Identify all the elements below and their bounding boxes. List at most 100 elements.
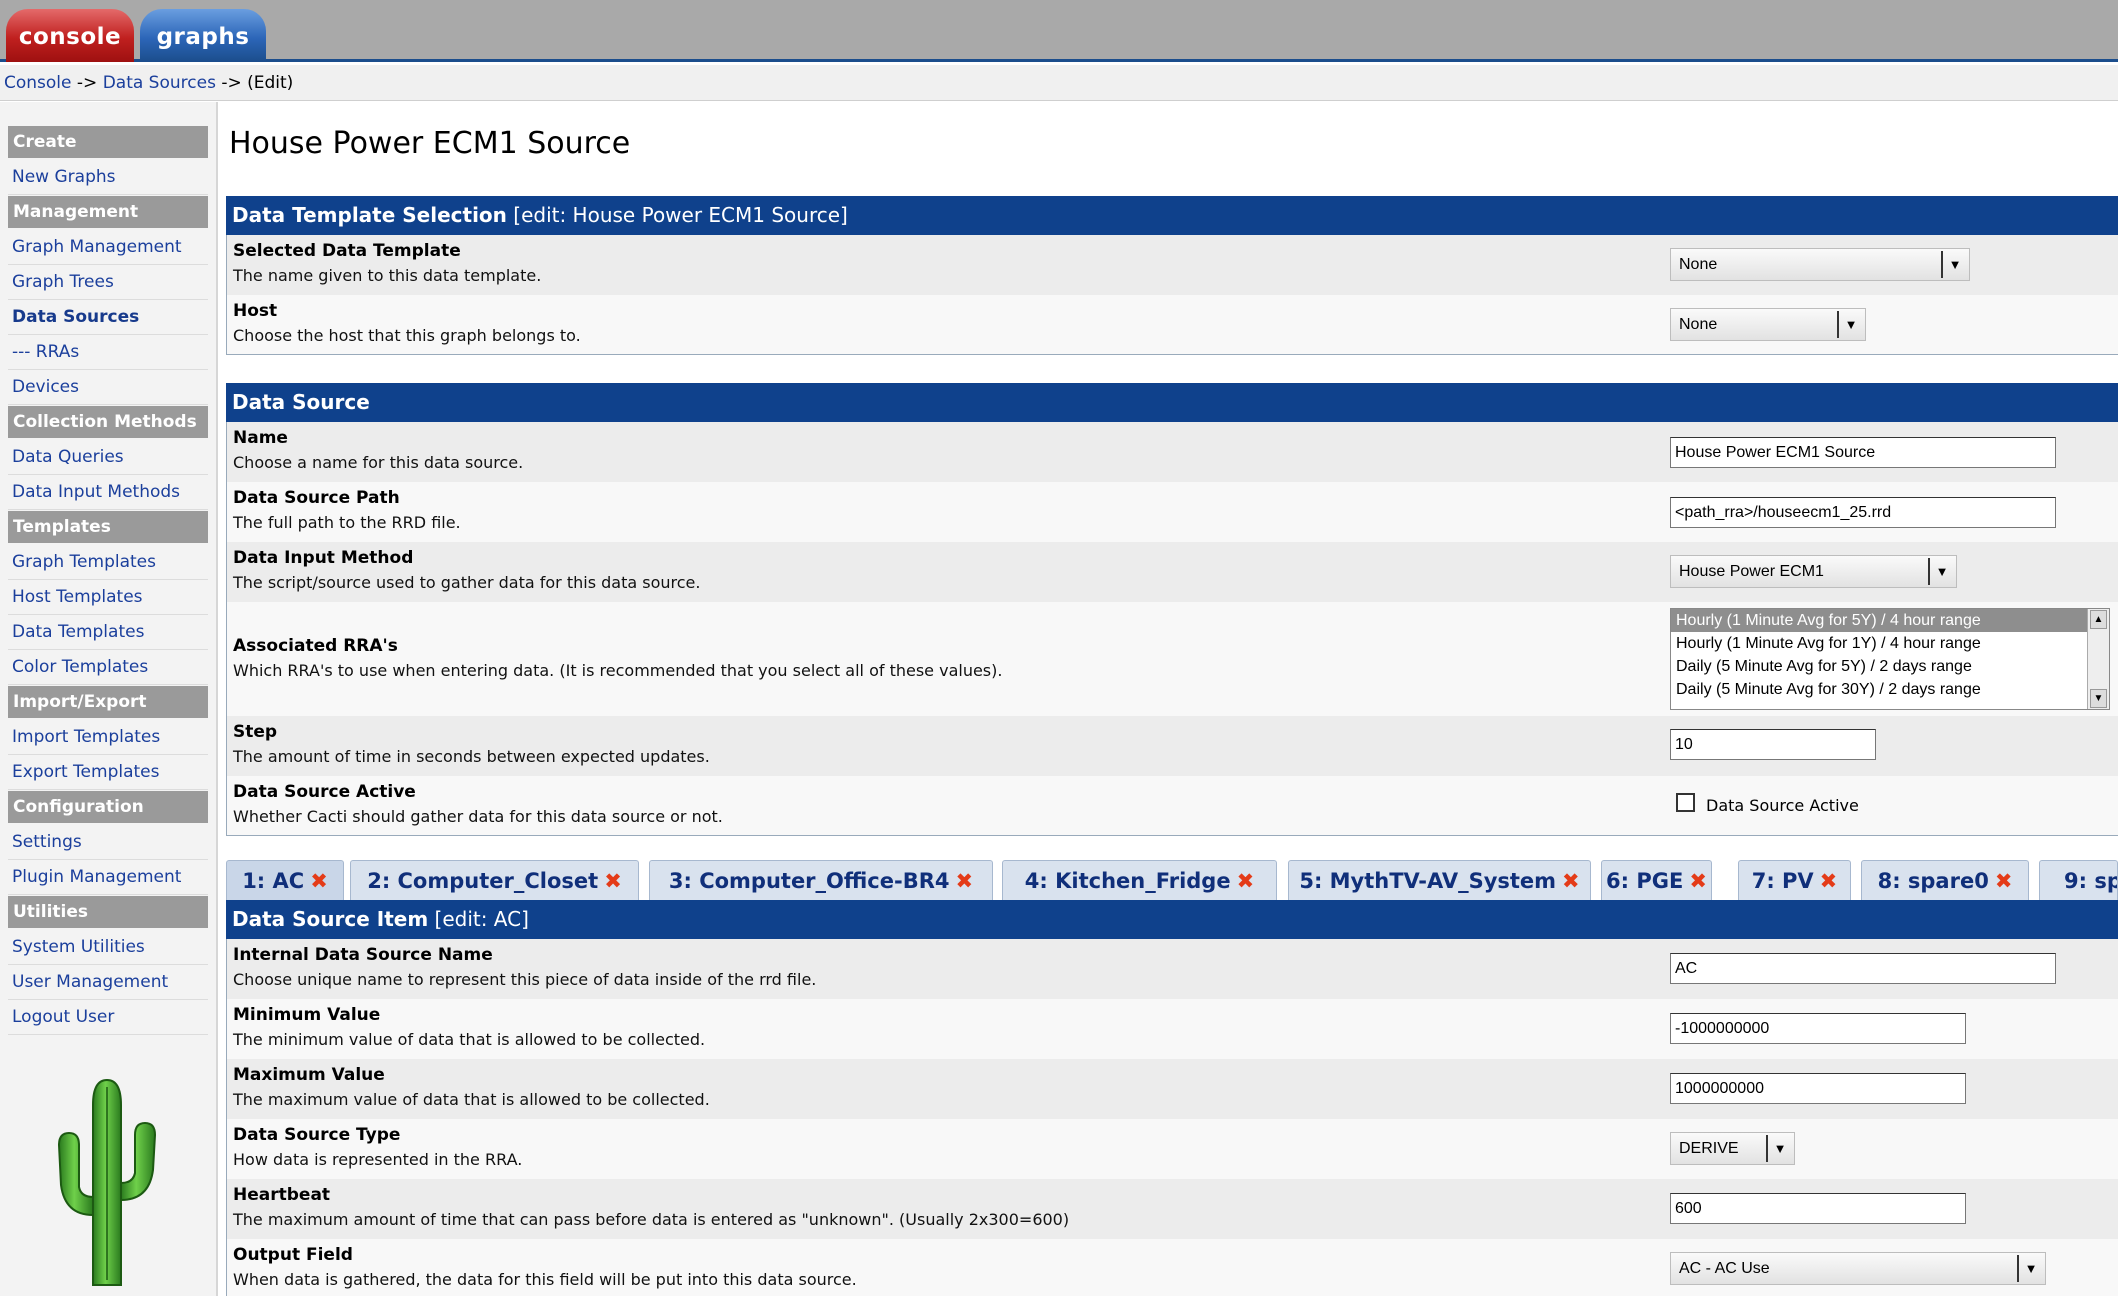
sidebar-item-new-graphs[interactable]: New Graphs	[8, 160, 208, 195]
data-source-active-checkbox[interactable]	[1676, 793, 1695, 812]
sidebar-item-devices[interactable]: Devices	[8, 370, 208, 405]
item-tab-8[interactable]: 8: spare0 ✖	[1861, 860, 2029, 900]
sidebar-item-graph-templates[interactable]: Graph Templates	[8, 545, 208, 580]
item-tab-6[interactable]: 6: PGE ✖	[1601, 860, 1712, 900]
field-label: Heartbeat	[233, 1185, 331, 1205]
sidebar-item-system-utilities[interactable]: System Utilities	[8, 930, 208, 965]
sidebar-item-logout-user[interactable]: Logout User	[8, 1000, 208, 1035]
data-template-selection-header: Data Template Selection [edit: House Pow…	[226, 196, 2118, 235]
minimum-value-input[interactable]: -1000000000	[1670, 1013, 1966, 1044]
internal-name-input[interactable]: AC	[1670, 953, 2056, 984]
breadcrumb-console-link[interactable]: Console	[4, 73, 72, 93]
sidebar-item-data-input-methods[interactable]: Data Input Methods	[8, 475, 208, 510]
sidebar-item-graph-management[interactable]: Graph Management	[8, 230, 208, 265]
tab-label: 7: PV	[1751, 869, 1814, 893]
breadcrumb-data-sources-link[interactable]: Data Sources	[103, 73, 216, 93]
sidebar-item-settings[interactable]: Settings	[8, 825, 208, 860]
list-option[interactable]: Daily (5 Minute Avg for 5Y) / 2 days ran…	[1671, 655, 2109, 678]
selected-data-template-select[interactable]: None ▼	[1670, 248, 1970, 281]
field-label: Associated RRA's	[233, 636, 398, 656]
field-label: Data Source Type	[233, 1125, 401, 1145]
select-value: None	[1679, 316, 1718, 333]
step-input[interactable]: 10	[1670, 729, 1876, 760]
panel-title: Data Source Item	[232, 907, 429, 931]
heartbeat-input[interactable]: 600	[1670, 1193, 1966, 1224]
item-tab-5[interactable]: 5: MythTV-AV_System ✖	[1288, 860, 1591, 900]
sidebar-item-data-queries[interactable]: Data Queries	[8, 440, 208, 475]
item-tab-2[interactable]: 2: Computer_Closet ✖	[350, 860, 639, 900]
data-source-type-select[interactable]: DERIVE ▼	[1670, 1132, 1795, 1165]
delete-icon[interactable]: ✖	[1689, 869, 1707, 893]
field-description: The full path to the RRD file.	[233, 513, 461, 532]
delete-icon[interactable]: ✖	[604, 869, 622, 893]
delete-icon[interactable]: ✖	[1820, 869, 1838, 893]
checkbox-label: Data Source Active	[1706, 796, 1859, 815]
host-select[interactable]: None ▼	[1670, 308, 1866, 341]
item-tab-4[interactable]: 4: Kitchen_Fridge ✖	[1002, 860, 1277, 900]
sidebar-item-user-management[interactable]: User Management	[8, 965, 208, 1000]
tab-graphs[interactable]: graphs	[140, 9, 266, 62]
sidebar-heading-configuration: Configuration	[8, 791, 208, 823]
field-label: Internal Data Source Name	[233, 945, 493, 965]
item-tab-7[interactable]: 7: PV ✖	[1738, 860, 1851, 900]
list-option[interactable]: Hourly (1 Minute Avg for 5Y) / 4 hour ra…	[1671, 609, 2109, 632]
item-tab-3[interactable]: 3: Computer_Office-BR4 ✖	[649, 860, 993, 900]
host-row: Host Choose the host that this graph bel…	[226, 295, 2118, 355]
maximum-value-input[interactable]: 1000000000	[1670, 1073, 1966, 1104]
sidebar-item-import-templates[interactable]: Import Templates	[8, 720, 208, 755]
field-description: Which RRA's to use when entering data. (…	[233, 661, 1003, 680]
delete-icon[interactable]: ✖	[1562, 869, 1580, 893]
breadcrumb-current: (Edit)	[247, 73, 294, 93]
scroll-up-icon[interactable]: ▲	[2090, 610, 2107, 629]
sidebar-item-export-templates[interactable]: Export Templates	[8, 755, 208, 790]
field-description: Choose the host that this graph belongs …	[233, 326, 581, 345]
scrollbar[interactable]: ▲ ▼	[2087, 609, 2109, 709]
delete-icon[interactable]: ✖	[310, 869, 328, 893]
data-input-method-select[interactable]: House Power ECM1 ▼	[1670, 555, 1957, 588]
delete-icon[interactable]: ✖	[1237, 869, 1255, 893]
sidebar-item-color-templates[interactable]: Color Templates	[8, 650, 208, 685]
chevron-down-icon: ▼	[1928, 558, 1954, 585]
sidebar-item-data-templates[interactable]: Data Templates	[8, 615, 208, 650]
chevron-down-icon: ▼	[1837, 311, 1863, 338]
field-description: The name given to this data template.	[233, 266, 542, 285]
sidebar-item-graph-trees[interactable]: Graph Trees	[8, 265, 208, 300]
output-field-select[interactable]: AC - AC Use ▼	[1670, 1252, 2046, 1285]
data-input-method-row: Data Input Method The script/source used…	[226, 542, 2118, 602]
panel-title: Data Template Selection	[232, 203, 507, 227]
field-description: When data is gathered, the data for this…	[233, 1270, 857, 1289]
minimum-value-row: Minimum Value The minimum value of data …	[226, 999, 2118, 1059]
sidebar-item-rras[interactable]: --- RRAs	[8, 335, 208, 370]
field-description: How data is represented in the RRA.	[233, 1150, 523, 1169]
data-source-item-header: Data Source Item [edit: AC]	[226, 900, 2118, 939]
sidebar-item-plugin-management[interactable]: Plugin Management	[8, 860, 208, 895]
sidebar-heading-management: Management	[8, 196, 208, 228]
panel-title: Data Source	[232, 390, 370, 414]
delete-icon[interactable]: ✖	[956, 869, 974, 893]
field-label: Minimum Value	[233, 1005, 381, 1025]
select-value: DERIVE	[1679, 1140, 1739, 1157]
delete-icon[interactable]: ✖	[1995, 869, 2013, 893]
breadcrumb-separator: ->	[215, 73, 248, 93]
main-content: House Power ECM1 Source Data Template Se…	[224, 102, 2118, 1296]
item-tab-9[interactable]: 9: spa	[2039, 860, 2118, 900]
sidebar-item-host-templates[interactable]: Host Templates	[8, 580, 208, 615]
data-source-header: Data Source	[226, 383, 2118, 422]
sidebar-heading-import-export: Import/Export	[8, 686, 208, 718]
data-source-path-row: Data Source Path The full path to the RR…	[226, 482, 2118, 542]
scroll-down-icon[interactable]: ▼	[2090, 689, 2107, 708]
tab-console[interactable]: console	[6, 9, 134, 62]
list-option[interactable]: Daily (5 Minute Avg for 30Y) / 2 days ra…	[1671, 678, 2109, 701]
select-value: House Power ECM1	[1679, 563, 1824, 580]
selected-data-template-row: Selected Data Template The name given to…	[226, 235, 2118, 295]
associated-rras-listbox[interactable]: Hourly (1 Minute Avg for 5Y) / 4 hour ra…	[1670, 608, 2110, 710]
name-input[interactable]: House Power ECM1 Source	[1670, 437, 2056, 468]
tab-label: 5: MythTV-AV_System	[1299, 869, 1557, 893]
data-source-path-input[interactable]: <path_rra>/houseecm1_25.rrd	[1670, 497, 2056, 528]
list-option[interactable]: Hourly (1 Minute Avg for 1Y) / 4 hour ra…	[1671, 632, 2109, 655]
internal-name-row: Internal Data Source Name Choose unique …	[226, 939, 2118, 999]
sidebar-item-data-sources[interactable]: Data Sources	[8, 300, 208, 335]
field-label: Name	[233, 428, 288, 448]
item-tab-1[interactable]: 1: AC ✖	[226, 860, 344, 900]
tab-label: 3: Computer_Office-BR4	[668, 869, 950, 893]
